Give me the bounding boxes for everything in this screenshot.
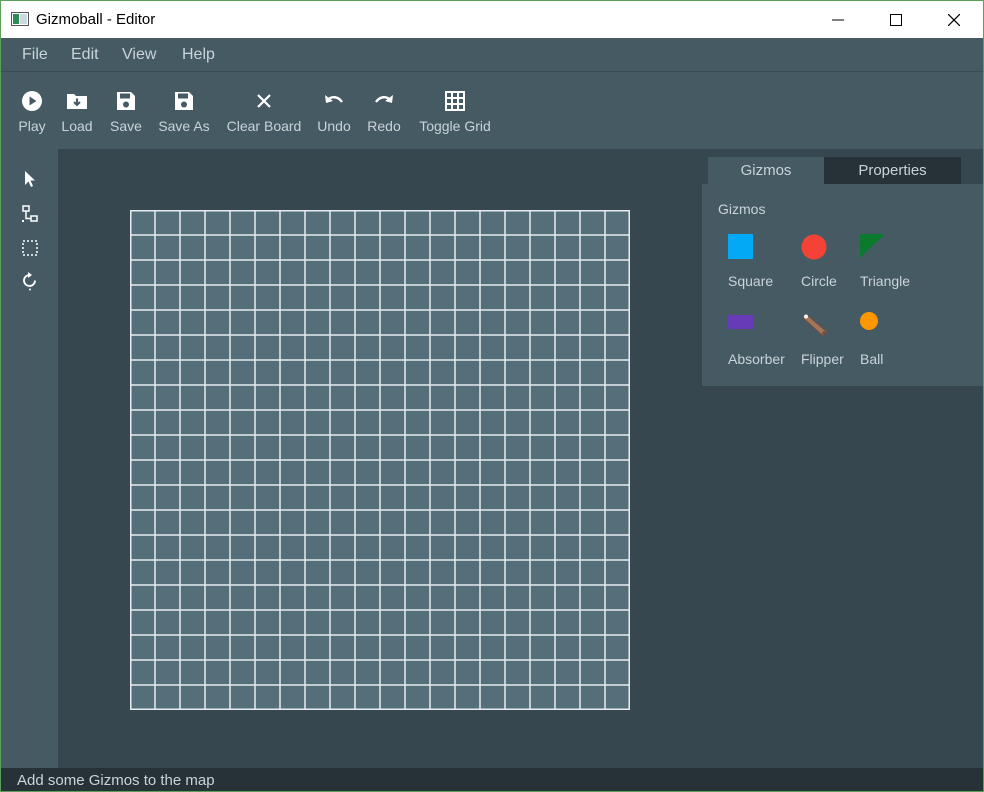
minimize-button[interactable] bbox=[809, 1, 867, 38]
save-as-button[interactable]: Save As bbox=[155, 72, 213, 149]
rotate-icon[interactable] bbox=[19, 270, 41, 292]
load-button[interactable]: Load bbox=[56, 72, 98, 149]
maximize-button[interactable] bbox=[867, 1, 925, 38]
clear-board-button[interactable]: Clear Board bbox=[225, 72, 303, 149]
gizmo-triangle[interactable]: Triangle bbox=[860, 234, 940, 304]
status-message: Add some Gizmos to the map bbox=[17, 772, 215, 789]
app-window: Gizmoball - Editor File Edit View Help P… bbox=[0, 0, 984, 792]
menu-help[interactable]: Help bbox=[182, 46, 215, 64]
redo-button[interactable]: Redo bbox=[363, 72, 405, 149]
clear-board-label: Clear Board bbox=[226, 118, 302, 134]
menu-edit[interactable]: Edit bbox=[71, 46, 99, 64]
menu-bar: File Edit View Help bbox=[1, 38, 983, 72]
connect-icon[interactable] bbox=[19, 203, 41, 225]
ball-icon bbox=[860, 312, 878, 330]
triangle-icon bbox=[860, 234, 885, 258]
redo-label: Redo bbox=[367, 118, 401, 134]
title-bar: Gizmoball - Editor bbox=[1, 1, 983, 38]
gizmo-absorber[interactable]: Absorber bbox=[728, 312, 808, 382]
toggle-grid-button[interactable]: Toggle Grid bbox=[415, 72, 495, 149]
menu-view[interactable]: View bbox=[122, 46, 156, 64]
gizmo-flipper-label: Flipper bbox=[801, 351, 844, 367]
gizmo-square-label: Square bbox=[728, 273, 774, 289]
gizmo-square[interactable]: Square bbox=[728, 234, 808, 304]
tab-properties[interactable]: Properties bbox=[824, 157, 961, 184]
close-icon bbox=[257, 94, 271, 108]
floppy-icon bbox=[117, 92, 135, 110]
maximize-icon bbox=[890, 13, 902, 26]
gizmo-absorber-label: Absorber bbox=[728, 351, 785, 367]
floppy-icon bbox=[175, 92, 193, 110]
load-label: Load bbox=[61, 118, 93, 134]
window-title: Gizmoball - Editor bbox=[36, 11, 156, 28]
tool-palette bbox=[1, 149, 58, 768]
save-as-label: Save As bbox=[158, 118, 210, 134]
absorber-icon bbox=[728, 315, 753, 329]
gizmo-triangle-label: Triangle bbox=[860, 273, 911, 289]
status-bar: Add some Gizmos to the map bbox=[1, 768, 983, 791]
toggle-grid-label: Toggle Grid bbox=[419, 118, 491, 134]
play-button[interactable]: Play bbox=[11, 72, 53, 149]
marquee-select-icon[interactable] bbox=[19, 237, 41, 259]
toolbar: Play Load Save Save As Clear Board Undo … bbox=[1, 72, 983, 149]
undo-label: Undo bbox=[317, 118, 351, 134]
play-label: Play bbox=[18, 118, 46, 134]
panel-title: Gizmos bbox=[718, 201, 766, 217]
close-window-button[interactable] bbox=[925, 1, 983, 38]
menu-file[interactable]: File bbox=[22, 46, 48, 64]
select-cursor-icon[interactable] bbox=[19, 168, 41, 190]
undo-button[interactable]: Undo bbox=[313, 72, 355, 149]
play-icon bbox=[22, 91, 42, 111]
gizmo-ball[interactable]: Ball bbox=[860, 312, 940, 382]
save-button[interactable]: Save bbox=[105, 72, 147, 149]
folder-download-icon bbox=[67, 94, 87, 109]
close-icon bbox=[948, 13, 960, 26]
flipper-icon bbox=[802, 313, 828, 337]
app-icon bbox=[11, 12, 29, 26]
tab-gizmos[interactable]: Gizmos bbox=[708, 157, 824, 184]
gizmo-ball-label: Ball bbox=[860, 351, 884, 367]
save-label: Save bbox=[110, 118, 142, 134]
game-board[interactable] bbox=[130, 210, 630, 710]
workspace: Gizmos Properties Gizmos Square Circle T… bbox=[58, 149, 983, 768]
gizmo-circle-label: Circle bbox=[801, 273, 837, 289]
gizmos-panel: Gizmos Square Circle Triangle Absorber F… bbox=[702, 184, 983, 386]
grid-icon bbox=[445, 91, 465, 111]
minimize-icon bbox=[832, 19, 844, 20]
undo-icon bbox=[325, 95, 343, 103]
redo-icon bbox=[375, 95, 393, 103]
circle-icon bbox=[801, 234, 827, 260]
square-icon bbox=[728, 234, 753, 259]
